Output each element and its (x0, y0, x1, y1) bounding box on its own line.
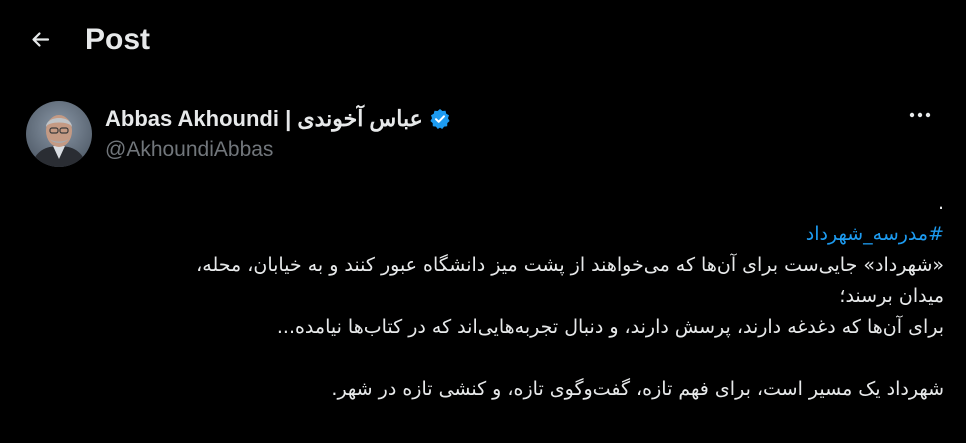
hashtag-link[interactable]: #مدرسه_شهرداد (19, 219, 944, 250)
avatar[interactable] (26, 101, 92, 167)
tweet-line: میدان برسند؛ (839, 285, 944, 307)
verified-badge-icon (429, 108, 451, 130)
display-name: Abbas Akhoundi | عباس آخوندی (105, 106, 423, 131)
page-title: Post (85, 23, 151, 56)
post-header: Post (0, 0, 966, 80)
arrow-left-icon (32, 32, 50, 47)
back-button[interactable] (22, 22, 58, 58)
avatar-portrait (26, 101, 92, 167)
tweet-line: برای آن‌ها که دغدغه دارند، پرسش دارند، و… (276, 316, 944, 338)
author-name[interactable]: Abbas Akhoundi | عباس آخوندی (105, 104, 451, 134)
author-handle[interactable]: @AkhoundiAbbas (105, 137, 273, 163)
tweet-line: شهرداد یک مسیر است، برای فهم تازه، گفت‌و… (331, 378, 944, 400)
more-horizontal-icon (909, 112, 931, 118)
tweet-text: . #مدرسه_شهرداد «شهرداد» جایی‌ست برای آن… (19, 188, 944, 405)
more-options-button[interactable] (900, 100, 940, 130)
tweet-line: . (937, 192, 944, 214)
tweet-line: «شهرداد» جایی‌ست برای آن‌ها که می‌خواهند… (196, 254, 944, 276)
